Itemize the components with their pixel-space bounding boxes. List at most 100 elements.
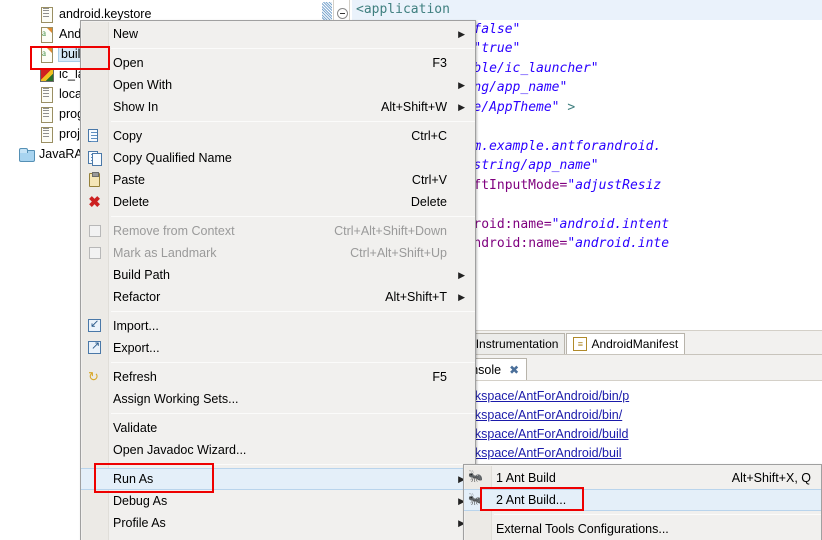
submenu-arrow-icon: ▶ — [458, 28, 465, 39]
submenu-arrow-icon: ▶ — [458, 291, 465, 302]
menu-item-label: Copy — [113, 129, 143, 143]
tree-item-5[interactable]: prog — [0, 104, 84, 124]
menu-item-open[interactable]: Open F3 — [81, 52, 475, 74]
menu-item-label: Validate — [113, 421, 158, 435]
menu-item-t[interactable]: T▶ — [81, 534, 475, 540]
tree-item-6[interactable]: proj — [0, 124, 80, 144]
menu-item-remove-from-context[interactable]: Remove from Context Ctrl+Alt+Shift+Down — [81, 220, 475, 242]
submenu-separator — [494, 514, 821, 515]
tree-item-2[interactable]: build — [0, 44, 91, 64]
menu-item-label: Open — [113, 56, 144, 70]
submenu-item-1-ant-build[interactable]: 🐜 1 Ant Build Alt+Shift+X, Q — [464, 467, 821, 489]
editor-tab-label: Instrumentation — [475, 337, 559, 351]
image-file-icon — [38, 66, 54, 82]
editor-tab-androidmanifest[interactable]: ≡ AndroidManifest — [566, 333, 686, 354]
code-token-val: "@string/app_name" — [457, 158, 599, 173]
menu-item-label: Refresh — [113, 370, 157, 384]
menu-item-profile-as[interactable]: Profile As ▶ — [81, 512, 475, 534]
menu-item-open-with[interactable]: Open With ▶ — [81, 74, 475, 96]
import-icon — [86, 317, 103, 334]
menu-item-label: New — [113, 27, 139, 41]
menu-item-new[interactable]: New ▶ — [81, 23, 475, 45]
menu-item-label: Open Javadoc Wizard... — [113, 443, 247, 457]
menu-item-accelerator: Alt+Shift+T — [385, 290, 447, 304]
submenu-arrow-icon: ▶ — [458, 79, 465, 90]
menu-item-refresh[interactable]: ↻ Refresh F5 — [81, 366, 475, 388]
menu-item-show-in[interactable]: Show In Alt+Shift+W ▶ — [81, 96, 475, 118]
delete-icon: ✖ — [88, 194, 101, 211]
fold-collapse-icon[interactable] — [337, 8, 348, 19]
ant-icon: 🐜 — [468, 469, 483, 483]
menu-item-debug-as[interactable]: Debug As ▶ — [81, 490, 475, 512]
menu-item-label: Assign Working Sets... — [113, 392, 239, 406]
submenu-item-label: 1 Ant Build — [496, 471, 556, 485]
menu-item-label: Open With — [113, 78, 173, 92]
code-token-val: "android.intent — [551, 216, 670, 232]
menu-item-label: Paste — [113, 173, 145, 187]
menu-item-export[interactable]: Export... — [81, 337, 475, 359]
file-icon — [38, 6, 54, 23]
manifest-icon: ≡ — [573, 337, 588, 351]
tree-item-label: JavaRA — [39, 147, 83, 161]
code-token-gt: > — [559, 99, 576, 115]
menu-item-copy-qualified-name[interactable]: Copy Qualified Name — [81, 147, 475, 169]
code-token-val: "adjustResiz — [567, 177, 662, 193]
menu-item-label: Debug As — [113, 494, 168, 508]
menu-item-refactor[interactable]: Refactor Alt+Shift+T ▶ — [81, 286, 475, 308]
menu-item-paste[interactable]: Paste Ctrl+V — [81, 169, 475, 191]
menu-item-accelerator: Alt+Shift+W — [381, 100, 447, 114]
tree-item-label: And — [59, 27, 82, 41]
menu-item-label: Build Path — [113, 268, 170, 282]
submenu-item-label: External Tools Configurations... — [496, 522, 669, 536]
code-token-val: "com.example.antforandroid. — [449, 138, 662, 154]
tree-item-label: android.keystore — [59, 7, 152, 21]
submenu-item-label: 2 Ant Build... — [496, 493, 567, 507]
menu-item-label: Refactor — [113, 290, 161, 304]
tree-item-4[interactable]: loca — [0, 84, 82, 104]
menu-item-delete[interactable]: ✖ Delete Delete — [81, 191, 475, 213]
menu-separator — [111, 413, 475, 414]
menu-item-open-javadoc-wizard[interactable]: Open Javadoc Wizard... — [81, 439, 475, 461]
menu-item-label: Delete — [113, 195, 150, 209]
submenu-item-2-ant-build[interactable]: 🐜 2 Ant Build... — [464, 489, 821, 511]
ant-icon: 🐜 — [468, 492, 483, 506]
tree-item-3[interactable]: ic_la — [0, 64, 85, 84]
xml-corner-icon — [47, 48, 52, 53]
file-icon — [38, 106, 54, 123]
menu-item-accelerator: Delete — [410, 195, 447, 209]
menu-item-mark-as-landmark[interactable]: Mark as Landmark Ctrl+Alt+Shift+Up — [81, 242, 475, 264]
menu-item-label: Remove from Context — [113, 224, 235, 238]
menu-item-assign-working-sets[interactable]: Assign Working Sets... — [81, 388, 475, 410]
submenu-item-external-tools-configurations[interactable]: External Tools Configurations... — [464, 518, 821, 540]
file-icon — [38, 86, 54, 103]
code-line-0: <application — [352, 0, 822, 20]
menu-item-run-as[interactable]: Run As ▶ — [81, 468, 475, 490]
landmark-icon — [86, 245, 103, 261]
menu-item-import[interactable]: Import... — [81, 315, 475, 337]
eclipse-ide-screenshot: android.keystore And buildic_laloca prog pro… — [0, 0, 822, 540]
menu-item-label: Mark as Landmark — [113, 246, 217, 260]
context-menu[interactable]: New ▶ Open F3 Open With ▶ Show In Alt+Shift+W ▶ C… — [80, 20, 476, 540]
xml-corner-icon — [47, 28, 52, 33]
code-token-val: "true" — [473, 41, 521, 56]
export-icon — [86, 339, 103, 356]
xml-file-icon — [38, 46, 54, 63]
run-as-submenu[interactable]: 🐜 1 Ant Build Alt+Shift+X, Q 🐜 2 Ant Build..… — [463, 464, 822, 540]
menu-item-validate[interactable]: Validate — [81, 417, 475, 439]
close-icon[interactable]: ✖ — [509, 363, 519, 377]
tree-item-1[interactable]: And — [0, 24, 81, 44]
refresh-icon: ↻ — [88, 369, 99, 384]
menu-item-accelerator: Ctrl+C — [411, 129, 447, 143]
menu-item-label: Export... — [113, 341, 160, 355]
tree-item-7[interactable]: JavaRA — [0, 144, 83, 164]
menu-item-copy[interactable]: Copy Ctrl+C — [81, 125, 475, 147]
menu-item-accelerator: Ctrl+Alt+Shift+Up — [350, 246, 447, 260]
menu-item-accelerator: Ctrl+Alt+Shift+Down — [334, 224, 447, 238]
tree-item-label: proj — [59, 127, 80, 141]
code-token-tag: <application — [356, 2, 450, 17]
menu-item-accelerator: F5 — [432, 370, 447, 384]
menu-item-build-path[interactable]: Build Path ▶ — [81, 264, 475, 286]
submenu-arrow-icon: ▶ — [458, 269, 465, 280]
file-icon — [38, 126, 54, 143]
remove-context-icon — [86, 223, 103, 239]
